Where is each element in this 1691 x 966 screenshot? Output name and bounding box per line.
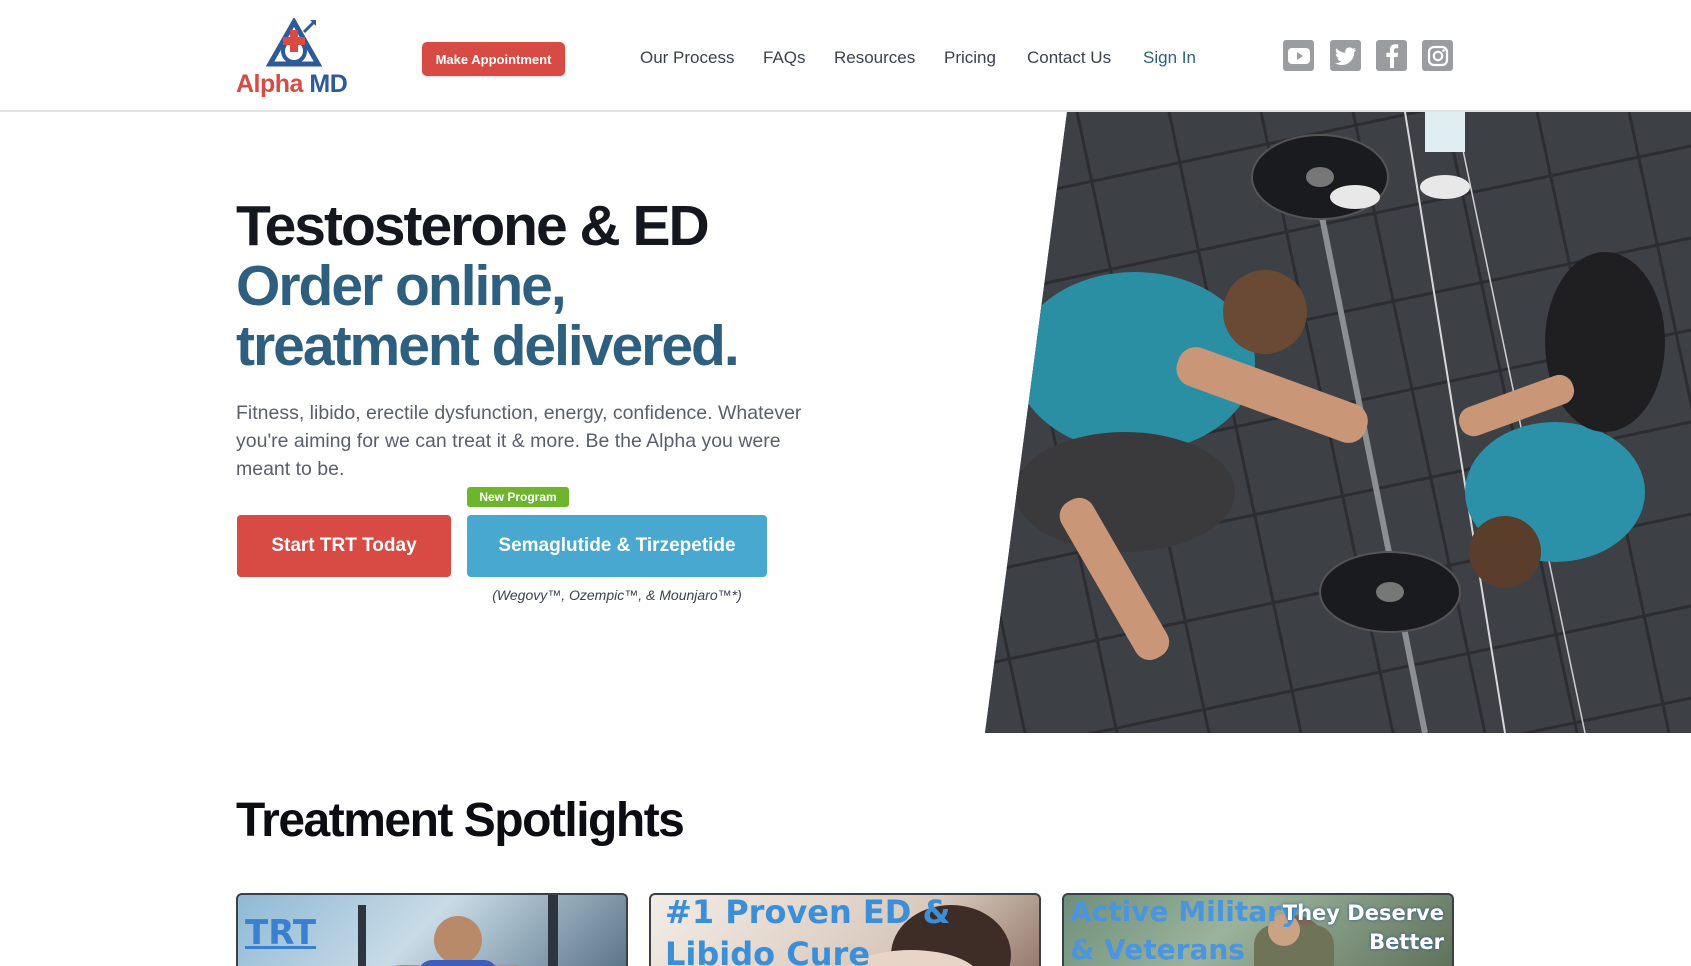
youtube-icon[interactable]	[1283, 40, 1314, 71]
spotlight-card-ed-line1: #1 Proven ED &	[665, 893, 951, 931]
hero-title-line1: Testosterone & ED	[236, 194, 710, 258]
start-trt-button[interactable]: Start TRT Today	[237, 515, 451, 577]
treatment-spotlights-heading: Treatment Spotlights	[236, 794, 685, 847]
spotlight-card-ed-line2: Libido Cure	[665, 935, 871, 966]
site-header: Alpha MD Make Appointment Our Process FA…	[0, 0, 1691, 112]
facebook-icon[interactable]	[1376, 40, 1407, 71]
new-program-badge: New Program	[467, 487, 569, 507]
spotlight-card-military-label: Active Military & Veterans	[1070, 895, 1300, 966]
spotlight-card-military-line1: Active Military	[1070, 895, 1300, 928]
instagram-icon[interactable]	[1422, 40, 1453, 71]
nav-faqs[interactable]: FAQs	[763, 48, 806, 68]
make-appointment-button[interactable]: Make Appointment	[422, 42, 565, 76]
hero-title-line3: treatment delivered.	[236, 314, 740, 378]
spotlight-card-ed[interactable]: #1 Proven ED & Libido Cure	[649, 893, 1041, 966]
semaglutide-brands-note: (Wegovy™, Ozempic™, & Mounjaro™*)	[492, 587, 742, 603]
semaglutide-tirzepetide-button[interactable]: Semaglutide & Tirzepetide	[467, 515, 767, 577]
nav-resources[interactable]: Resources	[834, 48, 915, 68]
hero-gym-photo	[985, 112, 1691, 733]
logo-wordmark-alpha: Alpha	[236, 70, 303, 98]
spotlight-card-military[interactable]: Active Military & Veterans They Deserve …	[1062, 893, 1454, 966]
spotlight-card-trt-label: TRT	[245, 913, 317, 953]
spotlight-card-military-side1: They Deserve	[1282, 901, 1444, 925]
spotlight-card-military-side2: Better	[1369, 930, 1444, 954]
site-logo[interactable]: Alpha MD	[236, 18, 352, 100]
spotlight-card-ed-label: #1 Proven ED & Libido Cure	[665, 893, 951, 966]
spotlight-card-military-side: They Deserve Better	[1283, 899, 1444, 957]
logo-wordmark-md: MD	[309, 70, 348, 98]
twitter-icon[interactable]	[1330, 40, 1361, 71]
spotlight-card-trt[interactable]: TRT	[236, 893, 628, 966]
hero-title-line2: Order online,	[236, 254, 567, 318]
spotlight-card-military-line2: & Veterans	[1070, 933, 1245, 966]
logo-emblem-icon	[266, 18, 322, 67]
hero-description: Fitness, libido, erectile dysfunction, e…	[236, 402, 802, 480]
nav-our-process[interactable]: Our Process	[640, 48, 734, 68]
hero-title: Testosterone & ED Order online, treatmen…	[236, 196, 856, 376]
nav-sign-in[interactable]: Sign In	[1143, 48, 1196, 68]
nav-pricing[interactable]: Pricing	[944, 48, 996, 68]
logo-wordmark: Alpha MD	[236, 70, 348, 99]
nav-contact-us[interactable]: Contact Us	[1027, 48, 1111, 68]
